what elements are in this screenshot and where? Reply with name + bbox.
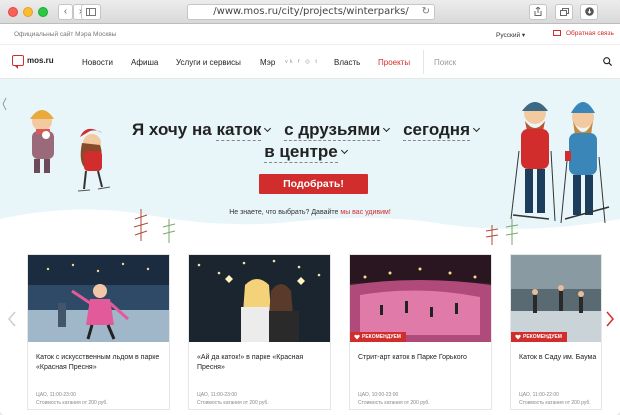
feedback-link[interactable]: Обратная связь <box>553 30 614 37</box>
nav-item-services[interactable]: Услуги и сервисы <box>176 58 241 67</box>
chevron-down-icon[interactable] <box>383 124 391 133</box>
badge-label: РЕКОМЕНДУЕМ <box>523 334 562 340</box>
minimize-window-button[interactable] <box>23 7 33 17</box>
rink-title[interactable]: «Ай да каток!» в парке «Красная Пресня» <box>197 353 325 373</box>
official-site-label: Официальный сайт Мэра Москвы <box>14 31 117 38</box>
rink-hours: ЦАО, 10:00-23:00 <box>358 392 399 398</box>
zoom-window-button[interactable] <box>38 7 48 17</box>
mail-icon <box>553 30 561 36</box>
location-selector[interactable]: в центре <box>264 142 338 163</box>
logo[interactable]: mos.ru <box>12 55 54 69</box>
browser-window: ‹ › /www.mos.ru/city/projects/winterpark… <box>0 0 620 415</box>
nav-item-news[interactable]: Новости <box>82 58 113 67</box>
chevron-down-icon[interactable] <box>472 124 481 133</box>
search-input[interactable] <box>423 50 603 74</box>
reload-icon[interactable]: ↻ <box>422 5 430 19</box>
nav-item-projects[interactable]: Проекты <box>378 58 410 67</box>
rink-card[interactable]: Каток с искусственным льдом в парке «Кра… <box>27 254 170 410</box>
place-selector[interactable]: каток <box>216 120 262 141</box>
surprise-link[interactable]: мы вас удивим! <box>340 209 390 216</box>
rink-hours: ЦАО, 11:00-23:00 <box>36 392 76 398</box>
recommended-badge: РЕКОМЕНДУЕМ <box>511 332 567 342</box>
rink-price: Стоимость катания от 200 руб. <box>358 400 430 406</box>
time-selector[interactable]: сегодня <box>403 120 470 141</box>
rink-hours: ЦАО, 11:00-22:00 <box>519 392 559 398</box>
logo-text: mos.ru <box>27 56 54 65</box>
hero-query-line-2: в центре <box>0 142 620 163</box>
rink-price: Стоимость катания от 200 руб. <box>197 400 269 406</box>
carousel-next-arrow-icon[interactable] <box>606 311 614 327</box>
company-selector[interactable]: с друзьями <box>284 120 381 141</box>
hero-edge-marker <box>2 97 7 111</box>
rink-card[interactable]: РЕКОМЕНДУЕМ Стрит-арт каток в Парке Горь… <box>349 254 492 410</box>
url-text: /www.mos.ru/city/projects/winterparks/ <box>213 6 409 17</box>
nav-item-government[interactable]: Власть <box>334 58 360 67</box>
hero-banner: Я хочу на каток с друзьями сегодня в цен… <box>0 79 620 249</box>
language-selector[interactable]: Русский ▾ <box>496 31 525 39</box>
carousel-prev-arrow-icon[interactable] <box>8 311 16 327</box>
tabs-overview-icon[interactable] <box>555 4 573 20</box>
recommended-badge: РЕКОМЕНДУЕМ <box>350 332 406 342</box>
search-icon[interactable] <box>603 57 612 66</box>
chevron-down-icon[interactable] <box>264 124 272 133</box>
rink-price: Стоимость катания от 200 руб. <box>36 400 108 406</box>
rink-hours: ЦАО, 11:00-23:00 <box>197 392 237 398</box>
hint-text: Не знаете, что выбрать? Давайте <box>229 209 339 216</box>
share-icon[interactable] <box>529 4 547 20</box>
nav-item-mayor[interactable]: Мэр <box>260 58 275 67</box>
surprise-hint: Не знаете, что выбрать? Давайте мы вас у… <box>0 209 620 216</box>
downloads-icon[interactable] <box>580 4 598 20</box>
rink-photo: РЕКОМЕНДУЕМ <box>511 255 601 342</box>
rink-price: Стоимость катания от 200 руб. <box>519 400 591 406</box>
rink-photo <box>189 255 330 342</box>
hero-query-line-1: Я хочу на каток с друзьями сегодня <box>0 120 620 141</box>
chevron-down-icon[interactable] <box>340 146 348 155</box>
browser-titlebar: ‹ › /www.mos.ru/city/projects/winterpark… <box>0 0 620 24</box>
rink-title[interactable]: Каток с искусственным льдом в парке «Кра… <box>36 353 164 373</box>
find-button[interactable]: Подобрать! <box>259 174 368 194</box>
back-button[interactable]: ‹ <box>58 4 73 20</box>
badge-label: РЕКОМЕНДУЕМ <box>362 334 401 340</box>
rink-title[interactable]: Стрит-арт каток в Парке Горького <box>358 353 486 363</box>
feedback-label: Обратная связь <box>566 30 614 37</box>
nav-item-afisha[interactable]: Афиша <box>131 58 158 67</box>
hero-prefix: Я хочу на <box>131 120 212 139</box>
rink-title[interactable]: Каток в Саду им. Баума <box>519 353 601 363</box>
skier-couple-illustration <box>510 102 610 224</box>
sidebar-toggle-icon[interactable] <box>81 4 101 20</box>
rinks-carousel: Каток с искусственным льдом в парке «Кра… <box>0 249 620 415</box>
logo-speech-icon <box>12 55 24 69</box>
rink-card[interactable]: «Ай да каток!» в парке «Красная Пресня» … <box>188 254 331 410</box>
social-icons[interactable]: vk f ◎ t <box>285 59 319 65</box>
heart-icon <box>354 334 360 340</box>
heart-icon <box>515 334 521 340</box>
main-navigation: mos.ru Новости Афиша Услуги и сервисы Мэ… <box>0 45 620 79</box>
close-window-button[interactable] <box>8 7 18 17</box>
language-label: Русский <box>496 32 521 39</box>
rink-photo <box>28 255 169 342</box>
top-info-strip: Официальный сайт Мэра Москвы Русский ▾ О… <box>0 24 620 45</box>
rink-card[interactable]: РЕКОМЕНДУЕМ Каток в Саду им. Баума ЦАО, … <box>510 254 602 410</box>
rink-photo: РЕКОМЕНДУЕМ <box>350 255 491 342</box>
address-bar[interactable]: /www.mos.ru/city/projects/winterparks/ ↻ <box>187 4 435 20</box>
